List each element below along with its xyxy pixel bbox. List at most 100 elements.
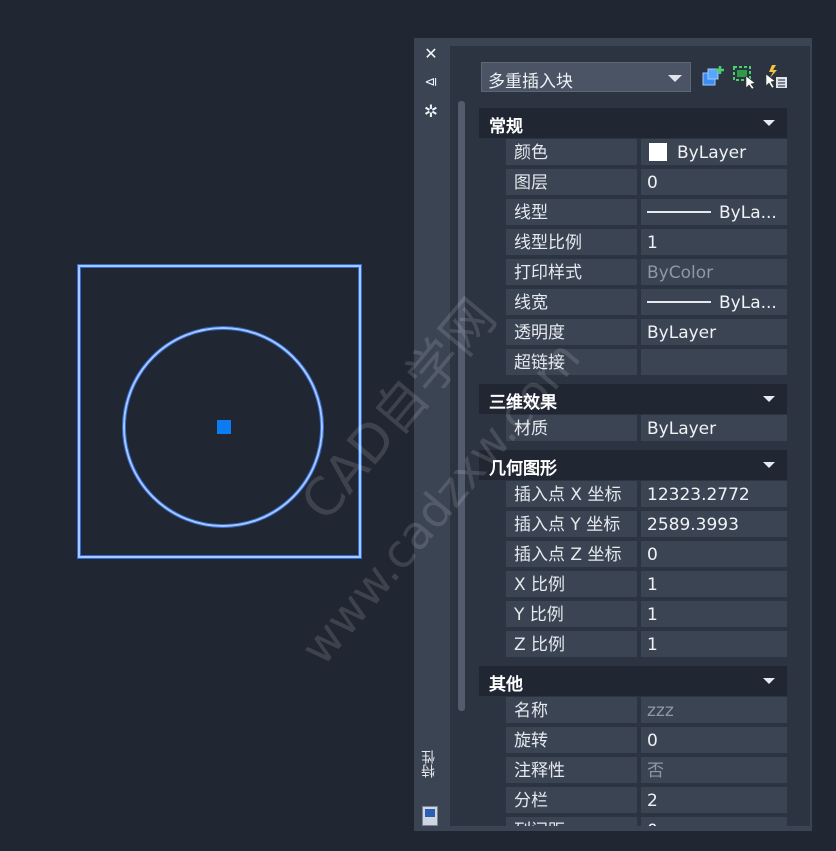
property-value[interactable]: 0 [641,169,787,197]
line-sample [647,301,711,303]
drawing-canvas[interactable] [0,0,415,851]
property-value[interactable]: 12323.2772 [641,481,787,509]
property-value-text: ByLa... [719,293,777,313]
property-row[interactable]: 线型 ByLa... [506,199,787,229]
property-value-text: ByLa... [719,203,777,223]
collapse-toggle-icon[interactable] [763,678,775,684]
color-swatch [649,143,667,161]
property-value-text: zzz [647,701,674,721]
property-value[interactable]: 2 [641,787,787,815]
property-value[interactable]: 2589.3993 [641,511,787,539]
property-value-text: ByLayer [647,323,717,343]
property-name: 名称 [506,697,639,725]
property-value-text: 0 [647,821,658,826]
toggle-pickadd-icon[interactable] [763,64,789,90]
property-value[interactable]: 1 [641,601,787,629]
property-name: 线宽 [506,289,639,317]
property-value-text: 1 [647,575,658,595]
property-name: 插入点 X 坐标 [506,481,639,509]
quick-select-icon[interactable] [700,64,726,90]
palette-body: 多重插入块 常规 颜色 ByLayer 图层 0 线型 ByLa... 线型比例 1 打印样式 By… [450,46,810,826]
palette-title-strip: ✕ ⧏ ✲ 特性 [414,38,448,831]
property-name: Y 比例 [506,601,639,629]
section-header[interactable]: 三维效果 [479,384,787,414]
property-value-text: 0 [647,731,658,751]
property-row[interactable]: 线型比例 1 [506,229,787,259]
property-row[interactable]: 打印样式 ByColor [506,259,787,289]
property-name: 超链接 [506,349,639,377]
property-name: 分栏 [506,787,639,815]
property-value[interactable]: 1 [641,631,787,659]
property-row[interactable]: 旋转 0 [506,727,787,757]
property-grid: 常规 颜色 ByLayer 图层 0 线型 ByLa... 线型比例 1 打印样式 ByColor 线… [479,108,787,826]
property-value-text: 1 [647,635,658,655]
property-row[interactable]: 颜色 ByLayer [506,139,787,169]
palette-settings-icon[interactable] [422,806,438,826]
section-title: 三维效果 [489,393,557,413]
property-value-text: 0 [647,173,658,193]
property-value[interactable]: zzz [641,697,787,725]
property-value-text: 1 [647,233,658,253]
property-row[interactable]: 透明度 ByLayer [506,319,787,349]
property-name: 线型 [506,199,639,227]
property-row[interactable]: 插入点 X 坐标 12323.2772 [506,481,787,511]
property-name: 注释性 [506,757,639,785]
property-value[interactable]: ByLayer [641,139,787,167]
property-value[interactable]: ByColor [641,259,787,287]
section-title: 其他 [489,675,523,695]
property-value[interactable]: 0 [641,727,787,755]
property-row[interactable]: 超链接 [506,349,787,379]
close-icon[interactable]: ✕ [422,45,440,63]
object-type-value: 多重插入块 [488,72,573,92]
property-value[interactable] [641,349,787,377]
object-type-dropdown[interactable]: 多重插入块 [481,62,691,92]
auto-hide-icon[interactable]: ⧏ [422,74,440,92]
property-row[interactable]: 插入点 Z 坐标 0 [506,541,787,571]
insertion-grip[interactable] [217,420,231,434]
property-value[interactable]: ByLayer [641,415,787,443]
property-name: Z 比例 [506,631,639,659]
palette-scrollbar[interactable] [458,101,465,711]
property-value-text: ByColor [647,263,714,283]
gear-icon[interactable]: ✲ [422,103,440,121]
property-value-text: 2589.3993 [647,515,739,535]
property-name: 图层 [506,169,639,197]
property-value-text: 否 [647,761,664,781]
property-row[interactable]: X 比例 1 [506,571,787,601]
section-header[interactable]: 几何图形 [479,450,787,480]
section-header[interactable]: 其他 [479,666,787,696]
section-header[interactable]: 常规 [479,108,787,138]
property-row[interactable]: 分栏 2 [506,787,787,817]
property-name: 插入点 Y 坐标 [506,511,639,539]
property-row[interactable]: 线宽 ByLa... [506,289,787,319]
properties-palette: ✕ ⧏ ✲ 特性 多重插入块 常规 颜色 ByLayer 图层 0 线型 ByLa.. [414,38,812,831]
collapse-toggle-icon[interactable] [763,120,775,126]
collapse-toggle-icon[interactable] [763,396,775,402]
palette-title: 特性 [421,750,437,778]
property-value[interactable]: 1 [641,571,787,599]
property-value[interactable]: ByLa... [641,199,787,227]
property-row[interactable]: 图层 0 [506,169,787,199]
property-value[interactable]: 1 [641,229,787,257]
property-name: 材质 [506,415,639,443]
property-value[interactable]: 0 [641,541,787,569]
collapse-toggle-icon[interactable] [763,462,775,468]
property-row[interactable]: 材质 ByLayer [506,415,787,445]
property-value[interactable]: 否 [641,757,787,785]
property-name: 透明度 [506,319,639,347]
section-title: 几何图形 [489,459,557,479]
property-name: X 比例 [506,571,639,599]
property-row[interactable]: 插入点 Y 坐标 2589.3993 [506,511,787,541]
property-value[interactable]: ByLa... [641,289,787,317]
property-row[interactable]: 注释性否 [506,757,787,787]
property-name: 线型比例 [506,229,639,257]
property-name: 颜色 [506,139,639,167]
property-row[interactable]: 名称 zzz [506,697,787,727]
property-value[interactable]: 0 [641,817,787,826]
property-row[interactable]: Y 比例 1 [506,601,787,631]
property-value[interactable]: ByLayer [641,319,787,347]
property-row[interactable]: 列间距 0 [506,817,787,826]
select-objects-icon[interactable] [732,64,758,90]
property-row[interactable]: Z 比例 1 [506,631,787,661]
property-name: 插入点 Z 坐标 [506,541,639,569]
